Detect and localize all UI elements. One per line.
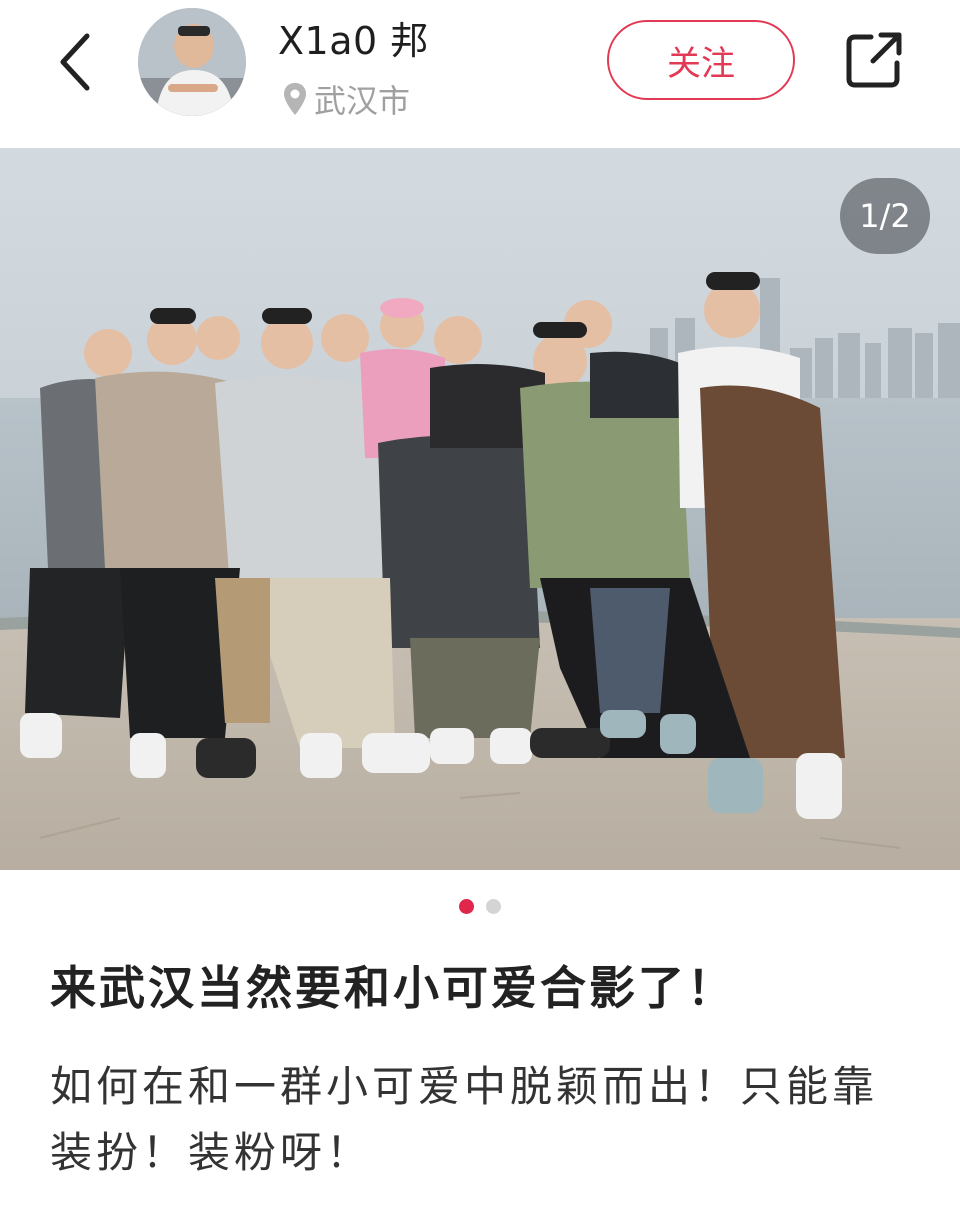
post-detail-page: X1a0 邦 武汉市 关注 1/2 来武汉当然要和小可爱合影了！ 如何在和一群小… bbox=[0, 0, 960, 1232]
location-label: 武汉市 bbox=[314, 82, 411, 120]
back-button[interactable] bbox=[40, 22, 110, 102]
location-tag[interactable]: 武汉市 bbox=[282, 76, 410, 122]
post-body: 如何在和一群小可爱中脱颖而出！只能靠装扮！装粉呀！ bbox=[50, 1062, 879, 1177]
carousel-indicator bbox=[0, 896, 960, 916]
back-arrow-icon bbox=[60, 33, 90, 91]
location-pin-icon bbox=[284, 83, 306, 115]
group-photo-image bbox=[0, 148, 960, 870]
avatar[interactable] bbox=[138, 8, 246, 116]
username[interactable]: X1a0 邦 bbox=[278, 10, 429, 65]
share-button[interactable] bbox=[838, 24, 910, 96]
carousel-dot-1[interactable] bbox=[459, 898, 474, 914]
post-photo[interactable]: 1/2 bbox=[0, 148, 960, 870]
avatar-image bbox=[138, 8, 246, 116]
post-header: X1a0 邦 武汉市 关注 bbox=[0, 0, 960, 148]
follow-button[interactable]: 关注 bbox=[607, 20, 795, 100]
carousel-dot-2[interactable] bbox=[486, 898, 501, 914]
post-title: 来武汉当然要和小可爱合影了！ bbox=[50, 961, 736, 1015]
share-icon bbox=[846, 32, 902, 88]
image-counter: 1/2 bbox=[840, 178, 930, 254]
